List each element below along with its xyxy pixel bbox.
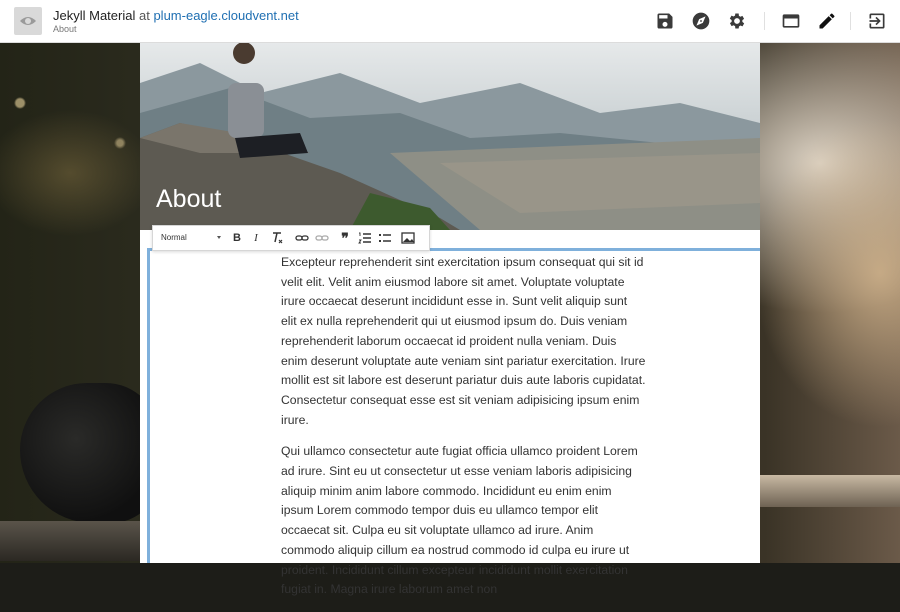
hero-image: About: [140, 43, 760, 230]
site-name: Jekyll Material: [53, 8, 136, 23]
toolbar-divider: [764, 12, 765, 30]
bullet-list-icon: [379, 234, 391, 242]
chevron-down-icon: [217, 236, 221, 239]
hero-landscape-graphic: [140, 43, 760, 230]
save-icon: [657, 13, 673, 29]
background-railing-right: [760, 475, 900, 507]
current-page-name: About: [53, 24, 77, 34]
explore-button[interactable]: [691, 11, 711, 31]
editor-format-toolbar: Normal B I ❞: [152, 225, 430, 251]
top-bar: Jekyll Material at plum-eagle.cloudvent.…: [0, 0, 900, 43]
site-logo[interactable]: [14, 7, 42, 35]
format-select-value: Normal: [161, 233, 187, 242]
exit-button[interactable]: [867, 11, 887, 31]
browser-view-icon: [782, 14, 800, 28]
numbered-list-icon: [358, 232, 371, 244]
italic-button[interactable]: I: [249, 231, 263, 245]
settings-button[interactable]: [727, 11, 747, 31]
browser-view-button[interactable]: [781, 11, 801, 31]
background-rock: [20, 383, 160, 523]
page-title: About: [156, 185, 222, 213]
clear-format-button[interactable]: [271, 231, 285, 245]
save-button[interactable]: [655, 11, 675, 31]
background-railing-left: [0, 521, 140, 561]
clear-format-icon: [273, 232, 283, 244]
site-at-text: at: [138, 8, 150, 23]
blockquote-button[interactable]: ❞: [338, 231, 352, 245]
site-title: Jekyll Material at plum-eagle.cloudvent.…: [53, 8, 299, 23]
unlink-icon: [315, 235, 329, 241]
paragraph[interactable]: Excepteur reprehenderit sint exercitatio…: [281, 253, 646, 430]
exit-icon: [869, 13, 885, 29]
eye-logo-icon: [20, 17, 36, 25]
link-icon: [295, 235, 309, 241]
numbered-list-button[interactable]: [358, 231, 372, 245]
link-button[interactable]: [295, 231, 309, 245]
bold-icon: B: [233, 232, 241, 244]
edit-pencil-icon: [819, 13, 835, 29]
bold-button[interactable]: B: [230, 231, 244, 245]
italic-icon: I: [254, 232, 258, 244]
blockquote-icon: ❞: [341, 230, 349, 246]
edit-button[interactable]: [817, 11, 837, 31]
image-icon: [401, 232, 415, 244]
toolbar-divider: [850, 12, 851, 30]
site-domain-link[interactable]: plum-eagle.cloudvent.net: [153, 8, 298, 23]
settings-icon: [729, 13, 745, 29]
bullet-list-button[interactable]: [378, 231, 392, 245]
paragraph[interactable]: Qui ullamco consectetur aute fugiat offi…: [281, 442, 646, 600]
unlink-button[interactable]: [315, 231, 329, 245]
insert-image-button[interactable]: [401, 231, 415, 245]
explore-icon: [692, 12, 710, 30]
format-select[interactable]: Normal: [161, 230, 221, 245]
editor-content[interactable]: Excepteur reprehenderit sint exercitatio…: [281, 253, 646, 612]
